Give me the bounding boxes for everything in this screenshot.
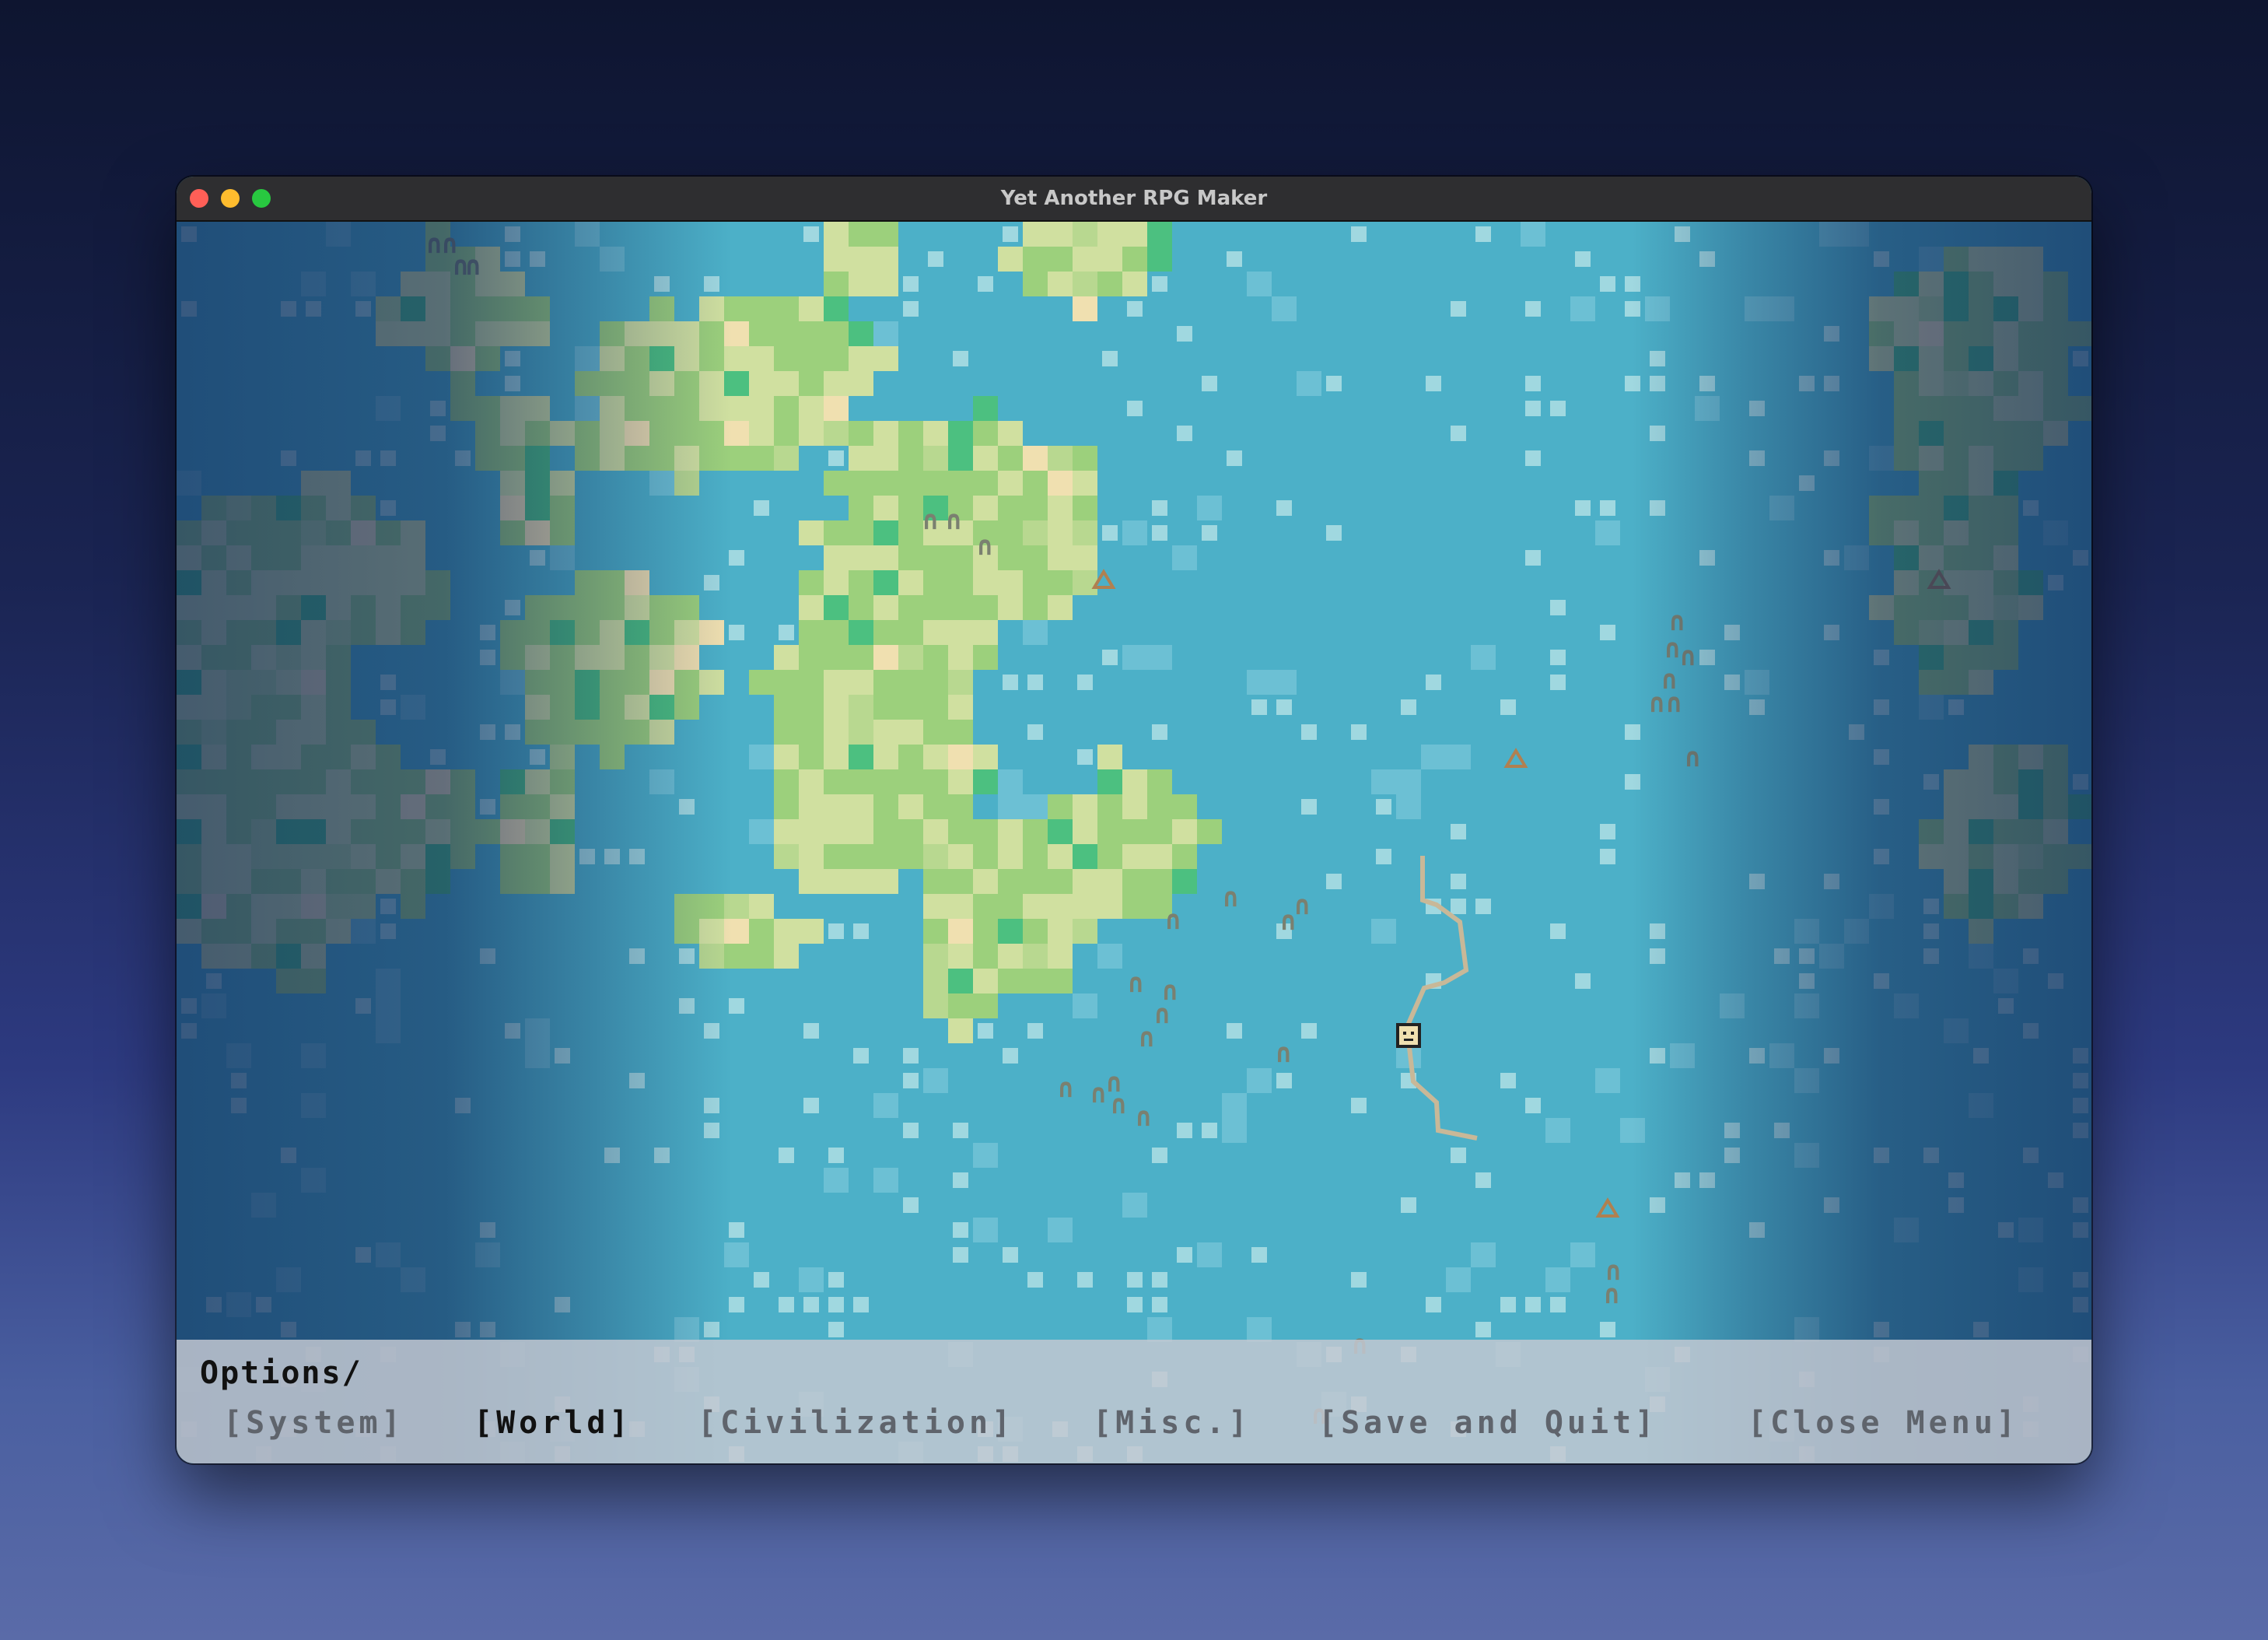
menu-item-close-menu[interactable]: [Close Menu] [1748, 1405, 2019, 1441]
mountain-icon: ∩ [1090, 1078, 1106, 1109]
menu-item-civilization[interactable]: [Civilization] [698, 1405, 1014, 1441]
mountain-icon: ∩ [465, 251, 481, 282]
mountain-icon: ∩ [1294, 890, 1310, 921]
menu-items: [System] [World] [Civilization] [Misc.] … [223, 1405, 2068, 1449]
mountain-icon: ∩ [426, 229, 442, 260]
player-face-icon [1398, 1025, 1419, 1046]
mountain-icon: ∩ [977, 531, 992, 562]
menu-item-save-and-quit[interactable]: [Save and Quit] [1318, 1405, 1657, 1441]
player-eye-right [1411, 1032, 1414, 1035]
title-bar: Yet Another RPG Maker [177, 177, 2091, 222]
mountain-icon: ∩ [1649, 688, 1664, 719]
mountain-icon: ∩ [1139, 1022, 1154, 1053]
window-title: Yet Another RPG Maker [1000, 187, 1268, 210]
mountain-icon: ∩ [1128, 968, 1143, 999]
game-window: Yet Another RPG Maker ∩ ∩ ∩ ∩ ∩ ∩ ∩ ∩ ∩ ∩ ∩ ∩ ∩ ∩ ∩ ∩ ∩ ∩… [177, 177, 2091, 1463]
mountain-icon: ∩ [946, 505, 961, 536]
menu-item-system[interactable]: [System] [223, 1405, 404, 1441]
mountain-icon: ∩ [1154, 999, 1170, 1030]
mountain-icon: ∩ [1680, 641, 1696, 672]
mountain-icon: ∩ [1669, 606, 1685, 637]
mountain-icon: ∩ [1664, 633, 1680, 664]
mountain-icon: ∩ [1165, 905, 1181, 936]
menu-item-world[interactable]: [World] [474, 1405, 632, 1441]
mountain-icon: ∩ [1604, 1279, 1619, 1310]
options-menu: Options/ [System] [World] [Civilization]… [177, 1340, 2091, 1463]
mountain-icon: ∩ [1280, 906, 1296, 937]
mountain-icon: ∩ [1058, 1073, 1073, 1104]
menu-path-title: Options/ [200, 1355, 362, 1391]
mountain-icon: ∩ [922, 505, 938, 536]
world-map-canvas: ∩∩∩∩∩∩∩∩∩∩∩∩∩∩∩∩∩∩∩∩∩∩∩∩∩∩∩∩∩∩∩∩ [177, 222, 2091, 1463]
mountain-icon: ∩ [1666, 688, 1682, 719]
player-eye-left [1403, 1032, 1406, 1035]
mountain-icon: ∩ [1276, 1038, 1291, 1069]
menu-item-misc[interactable]: [Misc.] [1093, 1405, 1251, 1441]
mountain-icon: ∩ [1111, 1089, 1126, 1120]
mountain-icon: ∩ [1685, 742, 1700, 773]
mountain-icon: ∩ [1136, 1102, 1151, 1133]
world-map[interactable]: ∩∩∩∩∩∩∩∩∩∩∩∩∩∩∩∩∩∩∩∩∩∩∩∩∩∩∩∩∩∩∩∩ [177, 222, 2091, 1463]
player-mouth [1404, 1039, 1413, 1041]
mountain-icon: ∩ [1223, 882, 1238, 913]
